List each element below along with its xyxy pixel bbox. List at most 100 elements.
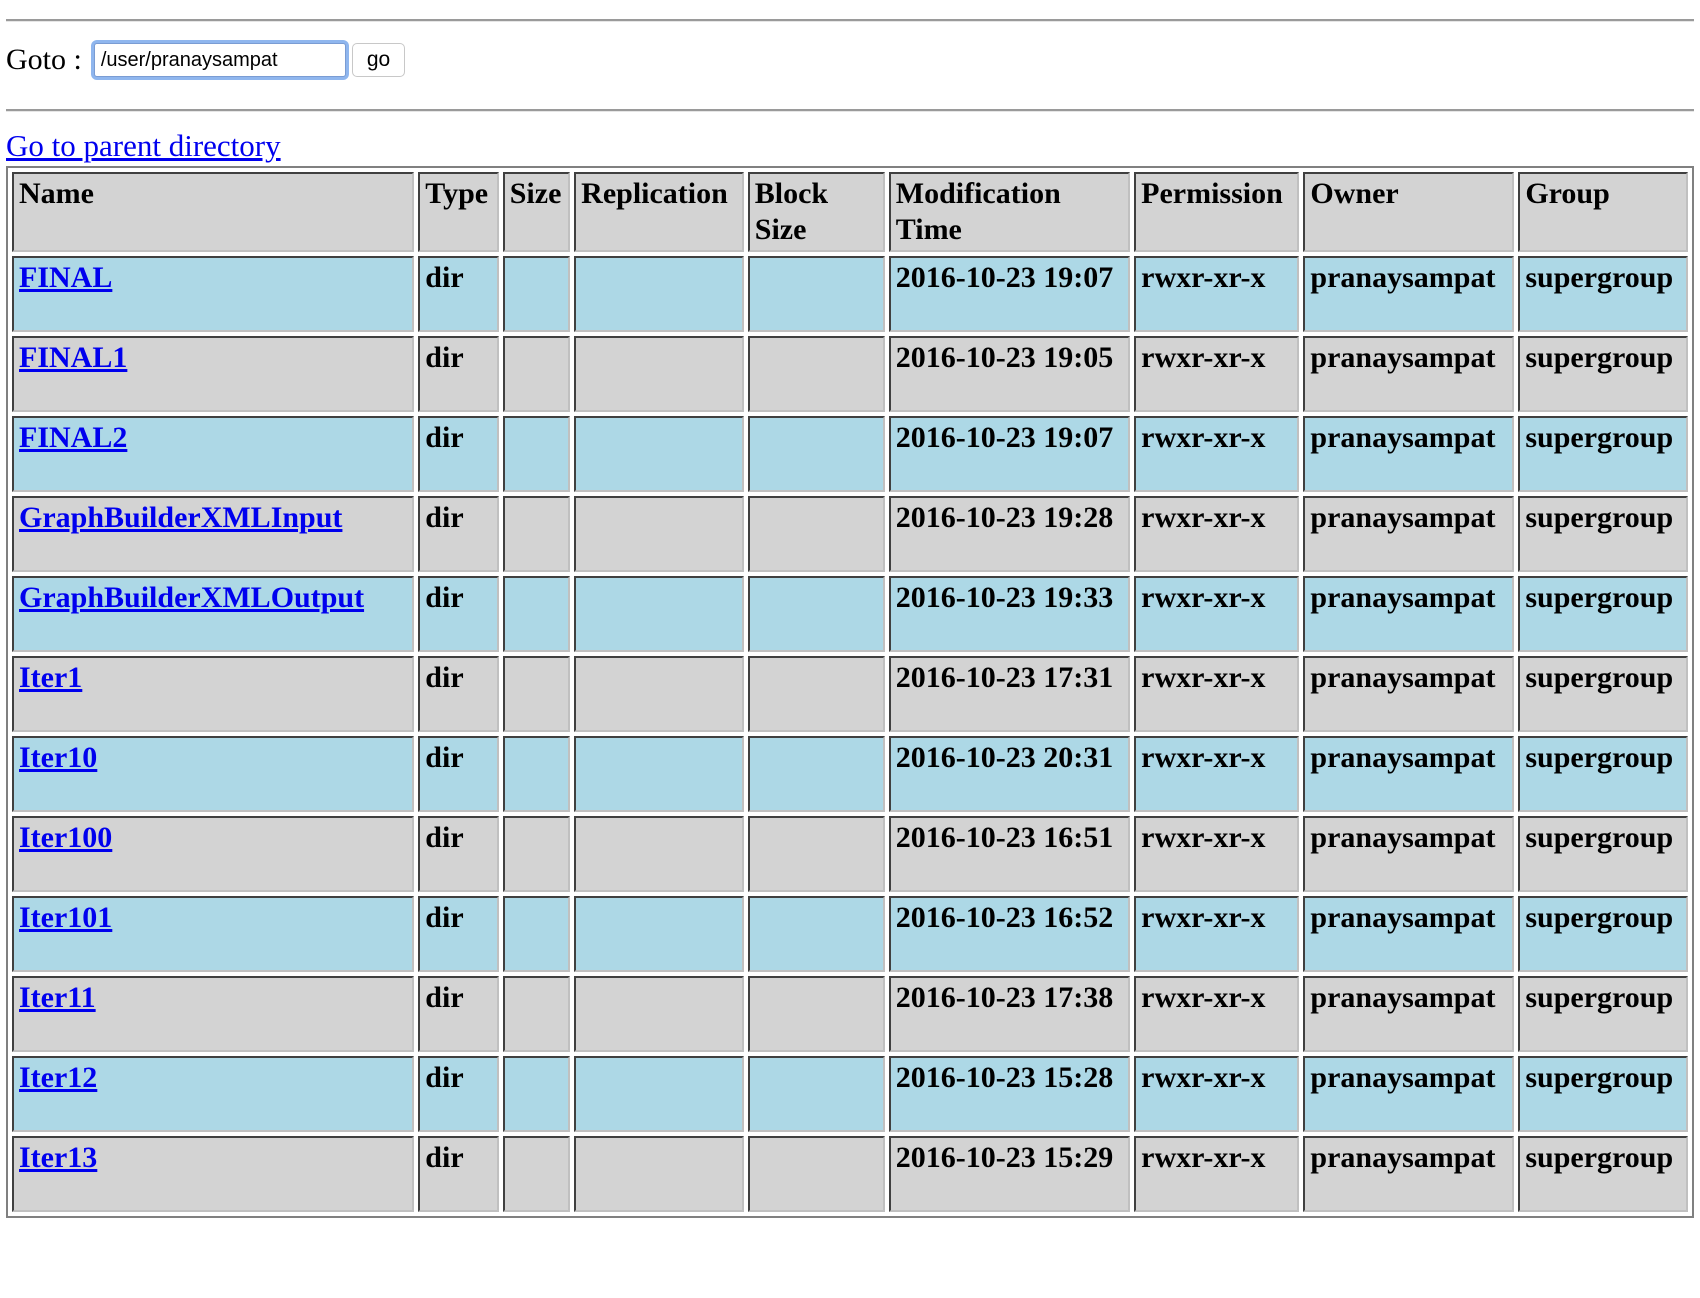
replication-cell <box>574 496 744 572</box>
table-row: Iter11 dir 2016-10-23 17:38 rwxr-xr-x pranay… <box>12 976 1688 1052</box>
permission-cell: rwxr-xr-x <box>1134 736 1300 812</box>
middle-divider <box>6 109 1694 112</box>
column-header-replication[interactable]: Replication <box>574 172 744 252</box>
modification-time-cell: 2016-10-23 16:51 <box>888 816 1131 892</box>
modification-time-cell: 2016-10-23 17:31 <box>888 656 1131 732</box>
size-cell <box>502 416 571 492</box>
directory-link[interactable]: GraphBuilderXMLOutput <box>19 581 364 614</box>
column-header-name[interactable]: Name <box>12 172 415 252</box>
column-header-size[interactable]: Size <box>502 172 571 252</box>
directory-link[interactable]: FINAL <box>19 261 112 294</box>
directory-link[interactable]: Iter12 <box>19 1061 97 1094</box>
modification-time-cell: 2016-10-23 17:38 <box>888 976 1131 1052</box>
permission-cell: rwxr-xr-x <box>1134 336 1300 412</box>
goto-path-input[interactable] <box>93 43 346 77</box>
block-size-cell <box>747 736 885 812</box>
block-size-cell <box>747 576 885 652</box>
parent-directory-link[interactable]: Go to parent directory <box>6 128 281 164</box>
permission-cell: rwxr-xr-x <box>1134 496 1300 572</box>
replication-cell <box>574 896 744 972</box>
owner-cell: pranaysampat <box>1303 816 1515 892</box>
go-button[interactable]: go <box>351 43 406 77</box>
size-cell <box>502 816 571 892</box>
modification-time-cell: 2016-10-23 19:28 <box>888 496 1131 572</box>
group-cell: supergroup <box>1518 656 1688 732</box>
type-cell: dir <box>418 416 499 492</box>
owner-cell: pranaysampat <box>1303 416 1515 492</box>
permission-cell: rwxr-xr-x <box>1134 816 1300 892</box>
size-cell <box>502 576 571 652</box>
column-header-group[interactable]: Group <box>1518 172 1688 252</box>
goto-label: Goto : <box>6 43 82 76</box>
column-header-permission[interactable]: Permission <box>1134 172 1300 252</box>
owner-cell: pranaysampat <box>1303 576 1515 652</box>
owner-cell: pranaysampat <box>1303 736 1515 812</box>
replication-cell <box>574 256 744 332</box>
replication-cell <box>574 976 744 1052</box>
name-cell: FINAL <box>12 256 415 332</box>
goto-form: Goto : go <box>6 38 406 82</box>
modification-time-cell: 2016-10-23 19:07 <box>888 416 1131 492</box>
permission-cell: rwxr-xr-x <box>1134 656 1300 732</box>
size-cell <box>502 1136 571 1212</box>
group-cell: supergroup <box>1518 896 1688 972</box>
table-row: Iter12 dir 2016-10-23 15:28 rwxr-xr-x pranay… <box>12 1056 1688 1132</box>
group-cell: supergroup <box>1518 1056 1688 1132</box>
page: Goto : go Go to parent directory Name Ty… <box>0 0 1700 1298</box>
block-size-cell <box>747 896 885 972</box>
group-cell: supergroup <box>1518 256 1688 332</box>
column-header-block-size[interactable]: Block Size <box>747 172 885 252</box>
table-row: Iter100 dir 2016-10-23 16:51 rwxr-xr-x prana… <box>12 816 1688 892</box>
block-size-cell <box>747 816 885 892</box>
directory-link[interactable]: Iter11 <box>19 981 96 1014</box>
column-header-owner[interactable]: Owner <box>1303 172 1515 252</box>
directory-link[interactable]: Iter1 <box>19 661 82 694</box>
type-cell: dir <box>418 1136 499 1212</box>
replication-cell <box>574 416 744 492</box>
block-size-cell <box>747 336 885 412</box>
directory-link[interactable]: FINAL2 <box>19 421 127 454</box>
block-size-cell <box>747 496 885 572</box>
group-cell: supergroup <box>1518 576 1688 652</box>
column-header-modification-time[interactable]: Modification Time <box>888 172 1131 252</box>
table-row: FINAL2 dir 2016-10-23 19:07 rwxr-xr-x pranay… <box>12 416 1688 492</box>
type-cell: dir <box>418 336 499 412</box>
replication-cell <box>574 576 744 652</box>
replication-cell <box>574 336 744 412</box>
permission-cell: rwxr-xr-x <box>1134 976 1300 1052</box>
type-cell: dir <box>418 736 499 812</box>
directory-link[interactable]: Iter101 <box>19 901 112 934</box>
size-cell <box>502 656 571 732</box>
block-size-cell <box>747 1056 885 1132</box>
table-header-row: Name Type Size Replication Block Size Mo… <box>12 172 1688 252</box>
table-row: Iter101 dir 2016-10-23 16:52 rwxr-xr-x prana… <box>12 896 1688 972</box>
name-cell: Iter1 <box>12 656 415 732</box>
owner-cell: pranaysampat <box>1303 336 1515 412</box>
block-size-cell <box>747 416 885 492</box>
replication-cell <box>574 736 744 812</box>
directory-link[interactable]: GraphBuilderXMLInput <box>19 501 342 534</box>
table-row: FINAL1 dir 2016-10-23 19:05 rwxr-xr-x pranay… <box>12 336 1688 412</box>
replication-cell <box>574 816 744 892</box>
group-cell: supergroup <box>1518 736 1688 812</box>
size-cell <box>502 976 571 1052</box>
owner-cell: pranaysampat <box>1303 1056 1515 1132</box>
column-header-type[interactable]: Type <box>418 172 499 252</box>
directory-link[interactable]: Iter13 <box>19 1141 97 1174</box>
type-cell: dir <box>418 256 499 332</box>
permission-cell: rwxr-xr-x <box>1134 256 1300 332</box>
name-cell: Iter12 <box>12 1056 415 1132</box>
modification-time-cell: 2016-10-23 19:07 <box>888 256 1131 332</box>
replication-cell <box>574 1056 744 1132</box>
directory-link[interactable]: FINAL1 <box>19 341 127 374</box>
directory-link[interactable]: Iter100 <box>19 821 112 854</box>
name-cell: GraphBuilderXMLOutput <box>12 576 415 652</box>
permission-cell: rwxr-xr-x <box>1134 896 1300 972</box>
size-cell <box>502 256 571 332</box>
name-cell: FINAL1 <box>12 336 415 412</box>
block-size-cell <box>747 1136 885 1212</box>
modification-time-cell: 2016-10-23 19:05 <box>888 336 1131 412</box>
modification-time-cell: 2016-10-23 15:28 <box>888 1056 1131 1132</box>
replication-cell <box>574 656 744 732</box>
directory-link[interactable]: Iter10 <box>19 741 97 774</box>
